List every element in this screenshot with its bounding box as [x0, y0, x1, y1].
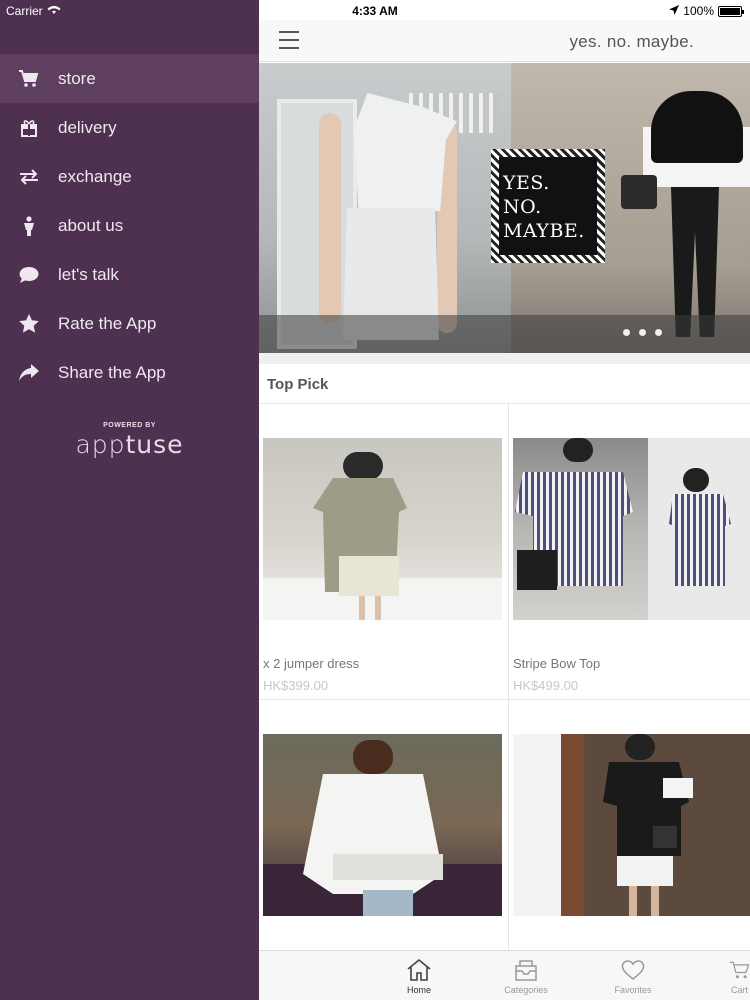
product-image[interactable] [263, 438, 502, 620]
heart-icon [588, 955, 678, 985]
star-icon [18, 313, 40, 335]
banner-caption-overlay [259, 315, 750, 353]
apptuse-logo-light: app [75, 430, 126, 459]
hero-banner[interactable]: YES. NO. MAYBE. [259, 63, 750, 353]
sidebar-item-label: store [58, 68, 96, 88]
product-image[interactable] [513, 438, 750, 620]
tab-home[interactable]: Home [374, 955, 464, 995]
page-dot[interactable] [639, 329, 646, 336]
powered-by-apptuse[interactable]: POWERED BY apptuse [0, 422, 259, 459]
product-card[interactable]: Stripe Bow Top HK$499.00 [509, 404, 750, 700]
page-dot[interactable] [623, 329, 630, 336]
apptuse-logo-bold: tuse [125, 430, 184, 459]
status-time: 4:33 AM [352, 4, 398, 18]
exchange-arrows-icon [18, 166, 40, 188]
logo-line-no: NO. [503, 196, 542, 218]
main-content: yes. no. maybe. YES. NO. MAYBE. Top Pick… [259, 0, 750, 1000]
status-bar: Carrier 4:33 AM 100% [0, 0, 750, 22]
sidebar-item-lets-talk[interactable]: let's talk [0, 250, 259, 299]
tab-label: Home [406, 985, 431, 995]
bottom-tab-bar: Home Categories Favorites Cart [259, 950, 750, 1000]
sidebar-item-label: delivery [58, 117, 117, 137]
section-spacer [259, 353, 750, 364]
gift-icon [18, 117, 40, 139]
tab-label: Cart [731, 985, 749, 995]
product-price: HK$399.00 [263, 678, 329, 693]
product-name: Stripe Bow Top [513, 656, 601, 671]
sidebar-item-exchange[interactable]: exchange [0, 152, 259, 201]
cart-icon [18, 68, 40, 90]
battery-percent: 100% [683, 4, 714, 18]
side-menu-list: store delivery exchange about us let's t… [0, 54, 259, 397]
logo-line-yes: YES. [503, 172, 550, 194]
sidebar-item-label: about us [58, 215, 124, 235]
tab-label: Categories [504, 985, 548, 995]
brand-title: yes. no. maybe. [569, 32, 694, 51]
powered-by-caption: POWERED BY [103, 422, 156, 429]
sidebar-item-rate-the-app[interactable]: Rate the App [0, 299, 259, 348]
sidebar-item-label: exchange [58, 166, 132, 186]
tab-cart[interactable]: Cart [695, 955, 750, 995]
tab-label: Favorites [614, 985, 652, 995]
sidebar-item-label: Share the App [58, 362, 166, 382]
product-image[interactable] [263, 734, 502, 916]
home-icon [374, 955, 464, 985]
sidebar-item-label: let's talk [58, 264, 119, 284]
navigation-bar: yes. no. maybe. [259, 20, 750, 62]
banner-photo-left [259, 63, 511, 353]
hamburger-menu-icon[interactable] [279, 31, 299, 49]
product-card[interactable]: x 2 jumper dress HK$399.00 [259, 404, 509, 700]
chat-bubble-icon [18, 264, 40, 286]
person-icon [18, 215, 40, 237]
share-arrow-icon [18, 362, 40, 384]
side-menu: store delivery exchange about us let's t… [0, 0, 259, 1000]
product-image[interactable] [513, 734, 750, 916]
sidebar-item-label: Rate the App [58, 313, 157, 333]
product-price: HK$499.00 [513, 678, 579, 693]
sidebar-item-store[interactable]: store [0, 54, 259, 103]
section-title: Top Pick [259, 364, 750, 404]
product-name: x 2 jumper dress [263, 656, 360, 671]
sidebar-item-about-us[interactable]: about us [0, 201, 259, 250]
categories-icon [481, 955, 571, 985]
sidebar-item-share-the-app[interactable]: Share the App [0, 348, 259, 397]
logo-line-maybe: MAYBE. [503, 220, 585, 242]
cart-icon [695, 955, 750, 985]
sidebar-item-delivery[interactable]: delivery [0, 103, 259, 152]
tab-categories[interactable]: Categories [481, 955, 571, 995]
location-arrow-icon [669, 4, 680, 18]
banner-page-indicator[interactable] [623, 329, 662, 336]
status-indicators: 100% [669, 4, 744, 18]
page-dot[interactable] [655, 329, 662, 336]
battery-icon [718, 5, 744, 17]
apptuse-logo: apptuse [0, 430, 259, 459]
tab-favorites[interactable]: Favorites [588, 955, 678, 995]
brand-logo: YES. NO. MAYBE. [491, 149, 605, 263]
